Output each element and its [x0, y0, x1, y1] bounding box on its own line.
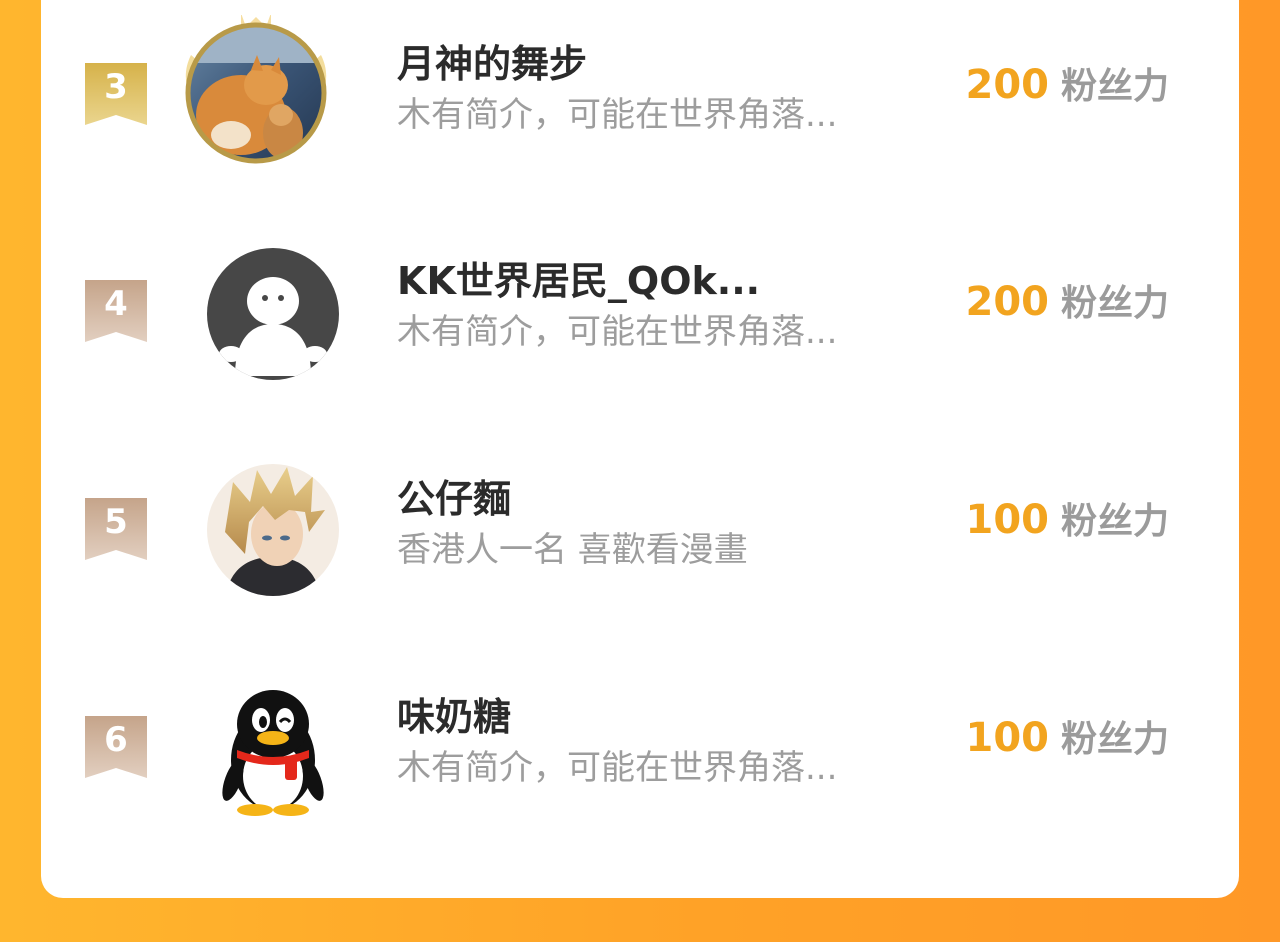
rank-badge: 3 — [85, 63, 147, 125]
rank-badge: 5 — [85, 498, 147, 560]
fan-score: 100 粉丝力 — [965, 710, 1169, 762]
rank-badge: 4 — [85, 280, 147, 342]
user-name[interactable]: KK世界居民_QOk... — [397, 250, 760, 305]
rank-badge: 6 — [85, 716, 147, 778]
user-name[interactable]: 公仔麵 — [397, 468, 511, 523]
score-value: 100 — [965, 497, 1049, 543]
user-name[interactable]: 月神的舞步 — [397, 33, 587, 88]
rank-number: 6 — [104, 720, 128, 760]
user-avatar[interactable] — [205, 680, 341, 816]
user-name[interactable]: 味奶糖 — [397, 686, 511, 741]
ranking-row[interactable]: 5 公仔麵 香港人一名 喜歡看漫畫 100 粉丝力 — [41, 458, 1239, 608]
rank-number: 5 — [104, 502, 128, 542]
rank-number: 4 — [104, 284, 128, 324]
anime-character-avatar-icon — [207, 464, 339, 596]
score-value: 100 — [965, 715, 1049, 761]
penguin-avatar-icon — [222, 690, 324, 816]
user-bio: 木有简介，可能在世界角落... — [397, 312, 838, 352]
fan-score: 100 粉丝力 — [965, 492, 1169, 544]
fan-score: 200 粉丝力 — [965, 57, 1169, 109]
crown-wings-frame-icon — [185, 15, 327, 164]
score-unit: 粉丝力 — [1060, 66, 1169, 107]
rank-number: 3 — [104, 67, 128, 107]
ranking-row[interactable]: 6 味奶糖 木有简介，可能在世界角落... 100 粉丝力 — [41, 676, 1239, 826]
fan-score: 200 粉丝力 — [965, 274, 1169, 326]
fan-ranking-card: 3 月神的舞步 木有简介，可能在世界角落... 200 粉丝力 4 KK世界居民… — [41, 0, 1239, 898]
score-unit: 粉丝力 — [1060, 283, 1169, 324]
score-unit: 粉丝力 — [1060, 719, 1169, 760]
score-value: 200 — [965, 62, 1049, 108]
ranking-row[interactable]: 4 KK世界居民_QOk... 木有简介，可能在世界角落... 200 粉丝力 — [41, 240, 1239, 390]
score-value: 200 — [965, 279, 1049, 325]
user-bio: 木有简介，可能在世界角落... — [397, 95, 838, 135]
score-unit: 粉丝力 — [1060, 501, 1169, 542]
default-user-avatar-icon — [207, 248, 339, 380]
user-bio: 香港人一名 喜歡看漫畫 — [397, 530, 748, 570]
user-avatar[interactable] — [185, 15, 341, 164]
user-avatar[interactable] — [205, 246, 341, 382]
user-avatar[interactable] — [205, 462, 341, 598]
ranking-row[interactable]: 3 月神的舞步 木有简介，可能在世界角落... 200 粉丝力 — [41, 15, 1239, 173]
user-bio: 木有简介，可能在世界角落... — [397, 748, 838, 788]
